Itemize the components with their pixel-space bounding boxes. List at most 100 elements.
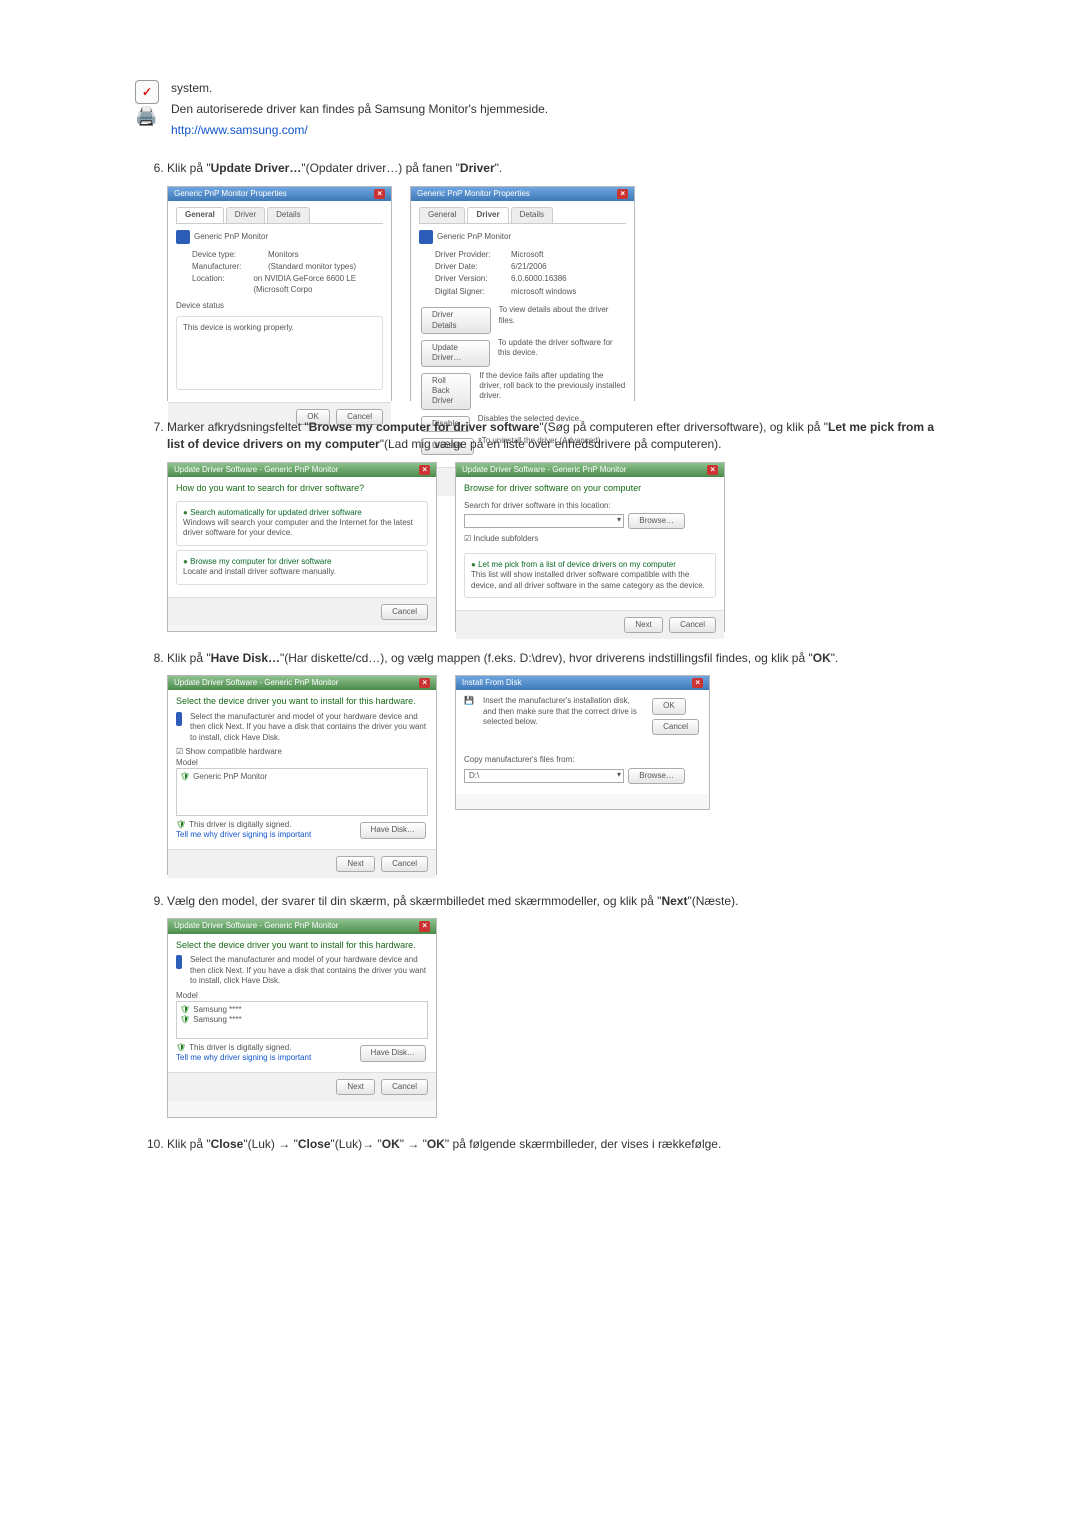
cancel-button[interactable]: Cancel	[652, 719, 699, 735]
step-7: Marker afkrydsningsfeltet "Browse my com…	[167, 419, 945, 632]
cancel-button[interactable]: Cancel	[381, 856, 428, 872]
step-8: Klik på "Have Disk…"(Har diskette/cd…), …	[167, 650, 945, 875]
option-browse-computer[interactable]: Browse my computer for driver software L…	[176, 550, 428, 585]
model-lbl: Model	[176, 758, 428, 768]
intro-icons: ✓ 🖨️	[135, 80, 159, 127]
dlg7a-title: Update Driver Software - Generic PnP Mon…	[174, 465, 338, 475]
monitor-icon	[176, 712, 182, 726]
tab-driver[interactable]: Driver	[226, 207, 265, 222]
dlg-select-model: Update Driver Software - Generic PnP Mon…	[167, 918, 437, 1118]
dlg7a-question: How do you want to search for driver sof…	[176, 483, 428, 495]
tab-general[interactable]: General	[419, 207, 465, 222]
path-dropdown[interactable]: D:\	[464, 769, 624, 783]
opt2-title: Browse my computer for driver software	[183, 557, 421, 567]
date-lbl: Driver Date:	[435, 262, 505, 272]
update-driver-desc: To update the driver software for this d…	[498, 338, 626, 369]
date-val: 6/21/2006	[511, 262, 547, 272]
step-9: Vælg den model, der svarer til din skærm…	[167, 893, 945, 1118]
step-10: Klik på "Close"(Luk) → "Close"(Luk)→ "OK…	[167, 1136, 945, 1153]
page: ✓ 🖨️ system. Den autoriserede driver kan…	[95, 0, 985, 1232]
tab-details[interactable]: Details	[267, 207, 309, 222]
mfr-val: (Standard monitor types)	[268, 262, 356, 272]
steps-list: Klik på "Update Driver…"(Opdater driver……	[135, 160, 945, 1153]
close-icon[interactable]: ×	[707, 465, 718, 475]
intro-line1: system.	[171, 80, 548, 97]
s9-pre: Vælg den model, der svarer til din skærm…	[167, 894, 661, 908]
tab-details[interactable]: Details	[511, 207, 553, 222]
dlg-update-search: Update Driver Software - Generic PnP Mon…	[167, 462, 437, 632]
intro-text: system. Den autoriserede driver kan find…	[171, 80, 548, 142]
tab-driver[interactable]: Driver	[467, 207, 508, 222]
model-item: Generic PnP Monitor	[193, 772, 267, 781]
option-search-auto[interactable]: Search automatically for updated driver …	[176, 501, 428, 546]
option-let-me-pick[interactable]: Let me pick from a list of device driver…	[464, 553, 716, 598]
s10-b1: Close	[211, 1137, 244, 1151]
next-button[interactable]: Next	[624, 617, 662, 633]
browse-button[interactable]: Browse…	[628, 513, 685, 529]
close-icon[interactable]: ×	[419, 921, 430, 931]
s10-b4: OK	[427, 1137, 445, 1151]
close-icon[interactable]: ×	[419, 678, 430, 688]
close-icon[interactable]: ×	[617, 189, 628, 199]
s10-b2: Close	[298, 1137, 331, 1151]
have-disk-button[interactable]: Have Disk…	[360, 822, 426, 838]
sign-lbl: Digital Signer:	[435, 287, 505, 297]
s9-suf: "(Næste).	[687, 894, 738, 908]
disk-icon: 💾	[464, 696, 474, 737]
update-driver-button[interactable]: Update Driver…	[421, 340, 490, 367]
samsung-link[interactable]: http://www.samsung.com/	[171, 123, 308, 137]
ver-val: 6.0.6000.16386	[511, 274, 567, 284]
shield-icon: 🛡	[176, 1043, 186, 1052]
dlg9-heading: Select the device driver you want to ins…	[176, 940, 428, 952]
next-button[interactable]: Next	[336, 856, 374, 872]
cancel-button[interactable]: Cancel	[669, 617, 716, 633]
s10-m2: "(Luk)→ "	[331, 1137, 382, 1151]
browse-button[interactable]: Browse…	[628, 768, 685, 784]
opt1-desc: Windows will search your computer and th…	[183, 518, 421, 539]
copy-lbl: Copy manufacturer's files from:	[464, 755, 701, 765]
intro-block: ✓ 🖨️ system. Den autoriserede driver kan…	[135, 80, 945, 142]
dlg-install-from-disk: Install From Disk× 💾 Insert the manufact…	[455, 675, 710, 810]
rollback-button[interactable]: Roll Back Driver	[421, 373, 471, 410]
tellme-link[interactable]: Tell me why driver signing is important	[176, 1053, 311, 1062]
loc-lbl: Location:	[192, 274, 247, 295]
dlg8a-title: Update Driver Software - Generic PnP Mon…	[174, 678, 338, 688]
dlg6b-title: Generic PnP Monitor Properties	[417, 189, 530, 199]
dlg6b-heading: Generic PnP Monitor	[437, 232, 511, 241]
close-icon[interactable]: ×	[419, 465, 430, 475]
devtype-val: Monitors	[268, 250, 299, 260]
location-dropdown[interactable]	[464, 514, 624, 528]
tellme-link[interactable]: Tell me why driver signing is important	[176, 830, 311, 839]
close-icon[interactable]: ×	[692, 678, 703, 688]
signed-msg: This driver is digitally signed.	[189, 1043, 291, 1052]
driver-details-button[interactable]: Driver Details	[421, 307, 491, 334]
include-sub[interactable]: Include subfolders	[473, 534, 538, 543]
cancel-button[interactable]: Cancel	[381, 604, 428, 620]
show-compat[interactable]: Show compatible hardware	[185, 747, 282, 756]
devtype-lbl: Device type:	[192, 250, 262, 260]
model-1: Samsung ****	[193, 1005, 241, 1014]
opt-title: Let me pick from a list of device driver…	[471, 560, 709, 570]
shield-icon: 🛡	[180, 1005, 190, 1014]
tab-general[interactable]: General	[176, 207, 224, 222]
close-icon[interactable]: ×	[374, 189, 385, 199]
mfr-lbl: Manufacturer:	[192, 262, 262, 272]
model-list[interactable]: 🛡Samsung **** 🛡Samsung ****	[176, 1001, 428, 1039]
monitor-icon	[176, 955, 182, 969]
have-disk-button[interactable]: Have Disk…	[360, 1045, 426, 1061]
dlg9-sub: Select the manufacturer and model of you…	[190, 955, 428, 986]
ok-button[interactable]: OK	[652, 698, 686, 714]
step-6: Klik på "Update Driver…"(Opdater driver……	[167, 160, 945, 400]
status-val: This device is working properly.	[183, 323, 294, 332]
next-button[interactable]: Next	[336, 1079, 374, 1095]
opt-desc: This list will show installed driver sof…	[471, 570, 709, 591]
dlg-select-device: Update Driver Software - Generic PnP Mon…	[167, 675, 437, 875]
dlg8b-title: Install From Disk	[462, 678, 522, 688]
s6-mid1: "(Opdater driver…) på fanen "	[301, 161, 460, 175]
status-lbl: Device status	[176, 301, 383, 311]
check-icon: ✓	[135, 80, 159, 104]
cancel-button[interactable]: Cancel	[381, 1079, 428, 1095]
model-list[interactable]: 🛡Generic PnP Monitor	[176, 768, 428, 816]
dlg7b-heading: Browse for driver software on your compu…	[464, 483, 716, 495]
s6-b1: Update Driver…	[211, 161, 302, 175]
